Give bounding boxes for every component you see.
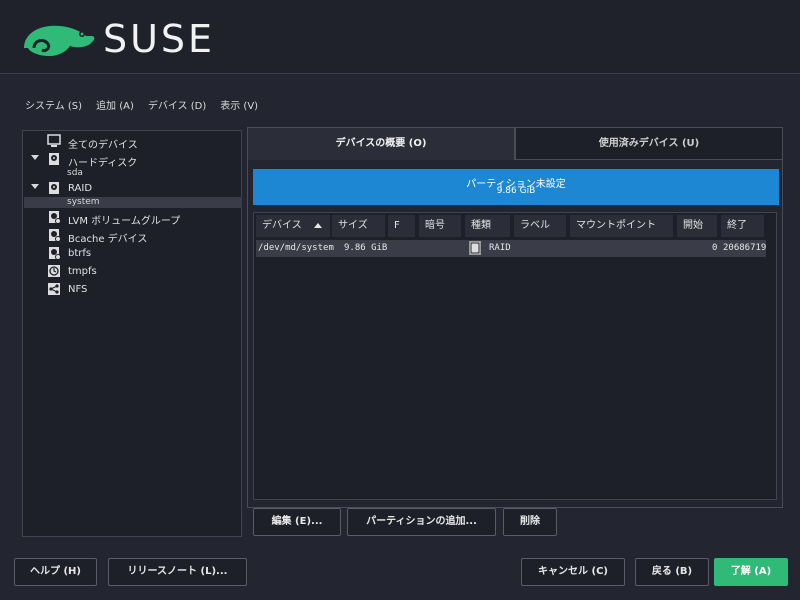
column-header-start[interactable]: 開始 — [677, 215, 717, 237]
table-row[interactable]: /dev/md/system 9.86 GiB RAID 0 20686719 — [256, 240, 766, 257]
raid-icon — [469, 241, 481, 255]
release-notes-button[interactable]: リリースノート (L)... — [108, 558, 247, 586]
tree-label: 全てのデバイス — [68, 140, 138, 151]
tree-label: RAID — [68, 183, 93, 194]
tree-item-nfs[interactable]: NFS — [23, 281, 241, 299]
device-table[interactable]: デバイス サイズ F 暗号 種類 ラベル マウントポイント 開始 終了 /dev… — [253, 212, 777, 500]
cell-end: 20686719 — [723, 243, 767, 253]
sort-ascending-icon — [313, 222, 322, 228]
column-header-encrypted[interactable]: 暗号 — [419, 215, 461, 237]
monitor-icon — [47, 134, 61, 147]
column-header-mount-point[interactable]: マウントポイント — [570, 215, 673, 237]
btrfs-icon — [49, 247, 61, 260]
column-header-size[interactable]: サイズ — [332, 215, 385, 237]
raid-icon — [49, 182, 59, 194]
tree-label: LVM ボリュームグループ — [68, 216, 181, 227]
ok-button[interactable]: 了解 (A) — [714, 558, 788, 586]
add-partition-button[interactable]: パーティションの追加... — [347, 508, 496, 536]
cancel-button[interactable]: キャンセル (C) — [521, 558, 625, 586]
share-icon — [48, 283, 60, 295]
cell-type: RAID — [489, 243, 511, 253]
partition-bar[interactable]: パーティション未設定 9.86 GiB — [253, 169, 779, 205]
lvm-icon — [49, 211, 61, 224]
column-header-label[interactable]: ラベル — [514, 215, 566, 237]
column-header-end[interactable]: 終了 — [721, 215, 764, 237]
expand-arrow-icon[interactable] — [31, 184, 39, 189]
tree-label: Bcache デバイス — [68, 234, 148, 245]
header-bar: SUSE — [0, 0, 800, 74]
bcache-icon — [49, 229, 61, 242]
tree-item-raid[interactable]: RAID — [23, 180, 241, 198]
delete-button[interactable]: 削除 — [503, 508, 557, 536]
tree-label: ハードディスク — [68, 158, 138, 169]
tree-item-all-devices[interactable]: 全てのデバイス — [23, 133, 241, 151]
column-header-f[interactable]: F — [388, 215, 415, 237]
column-header-type[interactable]: 種類 — [465, 215, 510, 237]
suse-chameleon-logo-icon — [24, 25, 95, 56]
tree-item-lvm[interactable]: LVM ボリュームグループ — [23, 209, 241, 227]
tree-item-tmpfs[interactable]: tmpfs — [23, 263, 241, 281]
tab-overview[interactable]: デバイスの概要 (O) — [247, 127, 515, 160]
menu-device[interactable]: デバイス (D) — [148, 97, 206, 112]
cell-size: 9.86 GiB — [344, 243, 388, 253]
device-tree[interactable]: 全てのデバイス ハードディスク sda RAID system LVM ボリュー… — [22, 130, 242, 537]
hard-disk-icon — [49, 153, 59, 165]
tree-selection-highlight — [24, 197, 242, 208]
tree-item-btrfs[interactable]: btrfs — [23, 245, 241, 263]
menu-bar: システム (S) 追加 (A) デバイス (D) 表示 (V) — [25, 97, 258, 112]
tree-item-system[interactable]: system — [67, 197, 100, 207]
menu-system[interactable]: システム (S) — [25, 97, 82, 112]
menu-view[interactable]: 表示 (V) — [220, 97, 258, 112]
tree-item-bcache[interactable]: Bcache デバイス — [23, 227, 241, 245]
cell-start: 0 — [712, 243, 718, 253]
tree-label: btrfs — [68, 248, 92, 259]
edit-button[interactable]: 編集 (E)... — [253, 508, 341, 536]
help-button[interactable]: ヘルプ (H) — [14, 558, 97, 586]
expand-arrow-icon[interactable] — [31, 155, 39, 160]
column-header-device[interactable]: デバイス — [256, 215, 330, 237]
back-button[interactable]: 戻る (B) — [635, 558, 709, 586]
partition-bar-size: 9.86 GiB — [496, 186, 536, 196]
tree-label: NFS — [68, 284, 88, 295]
brand-name: SUSE — [103, 17, 216, 61]
tree-label: tmpfs — [68, 266, 97, 277]
cell-device: /dev/md/system — [258, 243, 334, 253]
tab-used-devices[interactable]: 使用済みデバイス (U) — [515, 127, 783, 160]
clock-icon — [48, 265, 60, 277]
tree-item-sda[interactable]: sda — [67, 168, 83, 178]
menu-add[interactable]: 追加 (A) — [96, 97, 134, 112]
tree-item-hard-disk[interactable]: ハードディスク — [23, 151, 241, 169]
